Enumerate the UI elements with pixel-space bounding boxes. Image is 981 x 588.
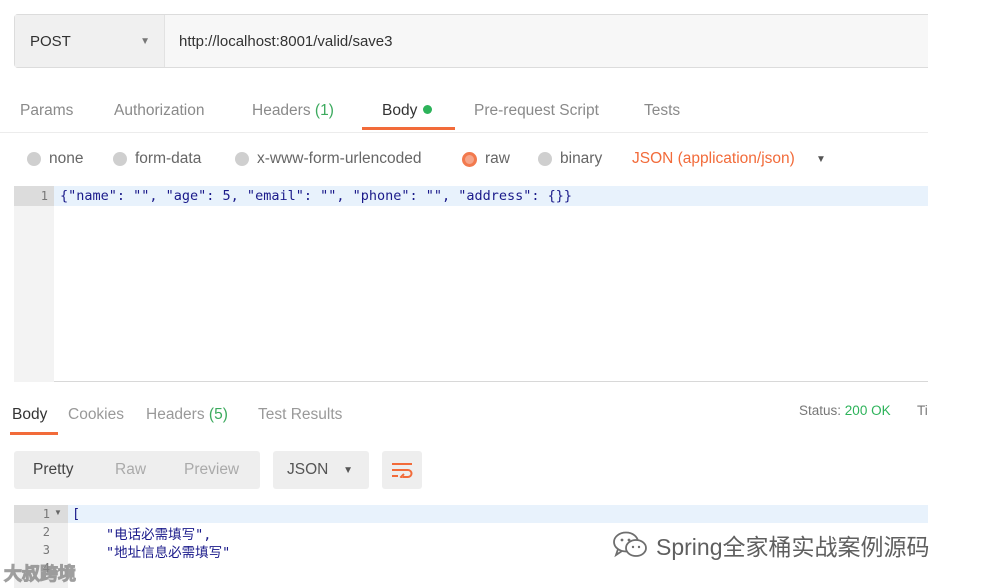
radio-circle-icon [113,152,127,166]
response-tab-cookies[interactable]: Cookies [68,406,124,424]
corner-watermark-text: 大叔跨境 [4,564,77,585]
request-tabs: Params Authorization Headers (1) Body Pr… [0,88,928,133]
watermark-text: Spring全家桶实战案例源码 [656,534,930,560]
radio-raw[interactable]: raw [462,150,510,168]
radio-none-label: none [49,150,84,167]
tab-tests[interactable]: Tests [644,102,680,120]
radio-binary[interactable]: binary [538,150,602,168]
editor-gutter [14,186,54,382]
response-active-line [14,505,928,523]
wrap-lines-button[interactable] [382,451,422,489]
corner-watermark: 大叔跨境 [4,560,77,586]
radio-binary-label: binary [560,150,603,167]
content-type-select[interactable]: JSON (application/json) [632,150,795,168]
request-body-code[interactable]: {"name": "", "age": 5, "email": "", "pho… [60,188,572,204]
radio-selected-icon [462,151,477,167]
view-pretty-button[interactable]: Pretty [33,461,73,479]
format-label: JSON [287,461,329,478]
tab-prerequest-script[interactable]: Pre-request Script [474,102,599,120]
tab-body-label: Body [382,102,418,119]
body-type-options: none form-data x-www-form-urlencoded raw… [0,146,928,176]
chevron-down-icon: ▼ [343,464,353,476]
url-input[interactable]: http://localhost:8001/valid/save3 [165,15,928,67]
radio-raw-label: raw [485,150,510,167]
status-value: 200 OK [844,403,891,418]
response-tab-headers[interactable]: Headers (5) [146,406,228,424]
response-tabs: Body Cookies Headers (5) Test Results [0,396,928,436]
tab-headers-count: (1) [314,102,334,119]
tab-body[interactable]: Body [382,102,433,120]
wechat-icon [613,531,647,558]
response-tab-test-results[interactable]: Test Results [258,406,342,424]
tab-params[interactable]: Params [20,102,73,120]
radio-urlencoded-label: x-www-form-urlencoded [257,150,422,167]
line-number: 3 [42,543,50,557]
chevron-down-icon[interactable]: ▼ [816,154,826,165]
radio-circle-icon [538,152,552,166]
tab-authorization[interactable]: Authorization [114,102,204,120]
request-body-editor[interactable]: 1 {"name": "", "age": 5, "email": "", "p… [14,186,928,382]
tab-headers-label: Headers [252,102,311,119]
response-tab-headers-count: (5) [208,406,228,423]
view-preview-button[interactable]: Preview [184,461,239,479]
active-tab-indicator [362,127,455,130]
chevron-down-icon: ▼ [140,35,150,47]
radio-form-data-label: form-data [135,150,202,167]
radio-form-data[interactable]: form-data [113,150,201,168]
response-line: "地址信息必需填写" [106,545,231,561]
wrap-lines-icon [392,463,413,478]
time-label-truncated: Ti [917,403,928,418]
view-mode-segment: Pretty Raw Preview [14,451,260,489]
radio-circle-icon [27,152,41,166]
response-line: [ [72,506,81,522]
view-raw-button[interactable]: Raw [115,461,146,479]
line-number: 1 [40,189,48,203]
active-response-tab-indicator [10,432,58,435]
radio-circle-icon [235,152,249,166]
line-number: 1 [42,507,50,521]
format-select[interactable]: JSON ▼ [273,451,369,489]
radio-urlencoded[interactable]: x-www-form-urlencoded [235,150,422,168]
radio-none[interactable]: none [27,150,83,168]
status-badge: Status: 200 OK [799,403,891,418]
request-bar: POST ▼ http://localhost:8001/valid/save3 [14,14,928,68]
line-number: 2 [42,525,50,539]
fold-caret-icon[interactable]: ▼ [54,508,62,517]
response-tab-body[interactable]: Body [12,406,47,424]
response-tab-headers-label: Headers [146,406,205,423]
modified-dot-icon [423,105,433,114]
method-label: POST [30,32,71,50]
tab-headers[interactable]: Headers (1) [252,102,334,120]
method-select[interactable]: POST ▼ [15,15,165,67]
response-line: "电话必需填写", [106,527,212,543]
watermark: Spring全家桶实战案例源码 [612,528,929,562]
postman-window: POST ▼ http://localhost:8001/valid/save3… [0,0,928,588]
status-label: Status: [799,403,842,418]
